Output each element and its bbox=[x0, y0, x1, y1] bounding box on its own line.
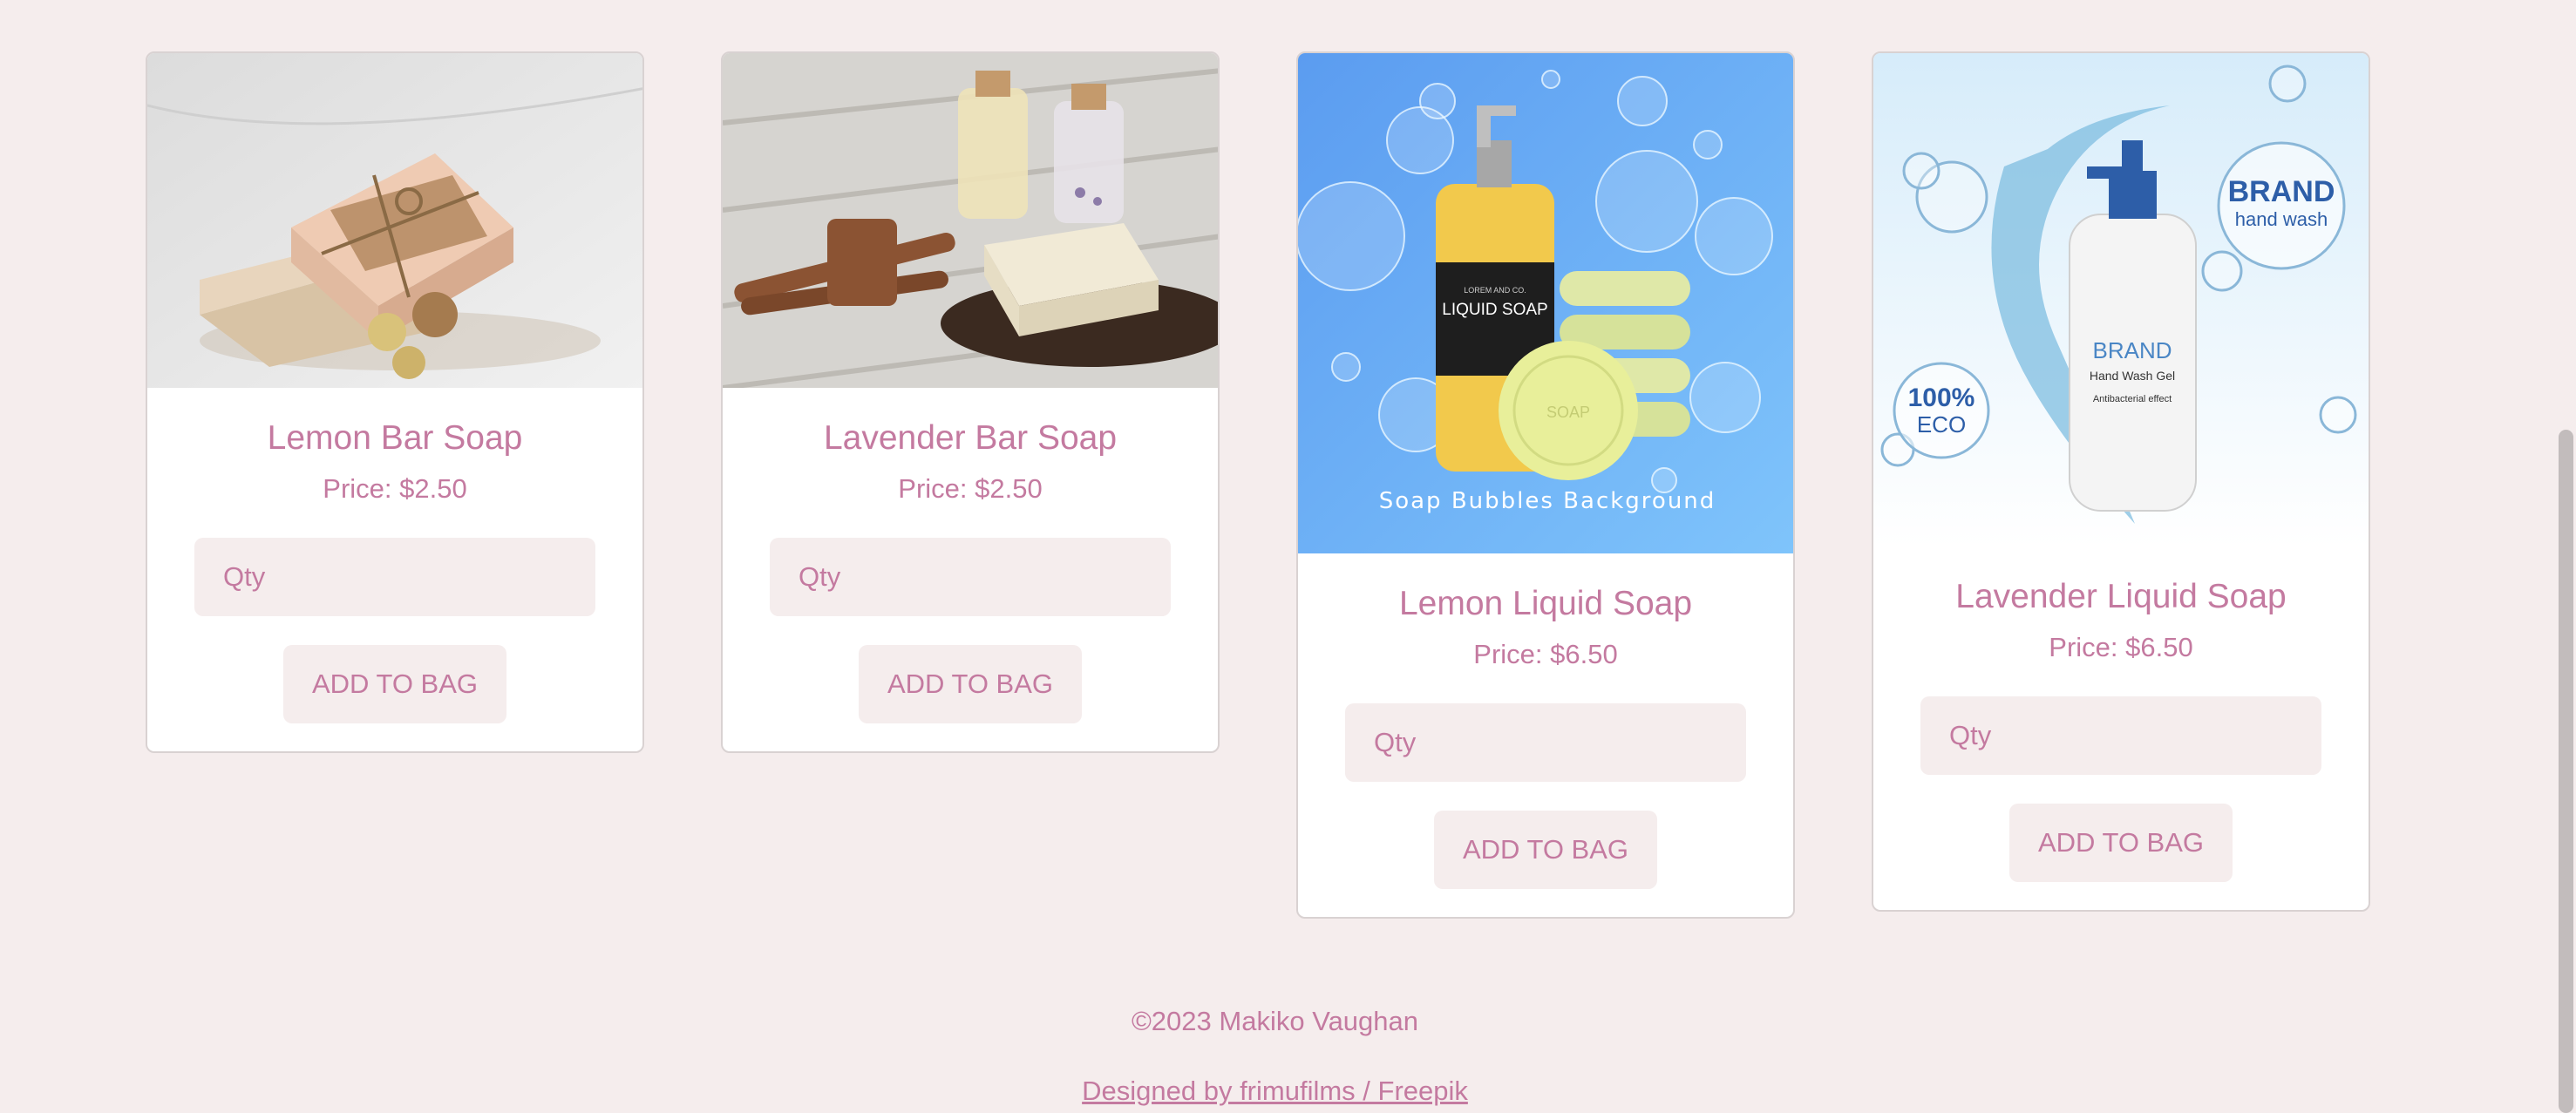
eco-text: ECO bbox=[1917, 411, 1966, 438]
product-name: Lemon Liquid Soap bbox=[1398, 585, 1693, 622]
badge-hand-wash-text: hand wash bbox=[2235, 208, 2328, 230]
add-to-bag-button[interactable]: ADD TO BAG bbox=[283, 645, 506, 723]
eco-percent-text: 100% bbox=[1908, 383, 1975, 412]
product-name: Lavender Liquid Soap bbox=[1955, 578, 2287, 615]
product-image bbox=[147, 53, 642, 388]
product-price: Price: $2.50 bbox=[323, 473, 467, 504]
liquid-soap-label-text: LIQUID SOAP bbox=[1442, 301, 1547, 319]
qty-input[interactable] bbox=[1920, 696, 2321, 775]
image-caption: Soap Bubbles Background bbox=[1379, 488, 1716, 514]
qty-input[interactable] bbox=[1345, 703, 1746, 782]
footer-copyright: ©2023 Makiko Vaughan bbox=[1131, 1006, 1419, 1036]
qty-input[interactable] bbox=[194, 538, 595, 616]
product-price: Price: $6.50 bbox=[2049, 632, 2193, 662]
product-price: Price: $6.50 bbox=[1473, 639, 1618, 669]
product-image: LOREM AND CO. LIQUID SOAP SOAP Soap Bubb… bbox=[1298, 53, 1793, 553]
soap-bar-stamp-text: SOAP bbox=[1546, 404, 1590, 421]
liquid-soap-brand-text: LOREM AND CO. bbox=[1464, 286, 1526, 295]
add-to-bag-button[interactable]: ADD TO BAG bbox=[2009, 804, 2233, 882]
product-image: BRAND Hand Wash Gel Antibacterial effect… bbox=[1873, 53, 2369, 546]
product-card: LOREM AND CO. LIQUID SOAP SOAP Soap Bubb… bbox=[1296, 51, 1795, 919]
product-card: Lemon Bar Soap Price: $2.50 ADD TO BAG bbox=[146, 51, 644, 753]
product-price: Price: $2.50 bbox=[898, 473, 1043, 504]
bottle-product-text: Hand Wash Gel bbox=[2090, 369, 2175, 383]
product-card: Lavender Bar Soap Price: $2.50 ADD TO BA… bbox=[721, 51, 1220, 753]
scrollbar-track[interactable] bbox=[2555, 0, 2576, 1113]
bottle-brand-text: BRAND bbox=[2092, 337, 2172, 363]
product-name: Lavender Bar Soap bbox=[823, 419, 1118, 457]
product-image bbox=[723, 53, 1218, 388]
scrollbar-thumb[interactable] bbox=[2559, 430, 2573, 1113]
bottle-effect-text: Antibacterial effect bbox=[2093, 394, 2172, 404]
footer-credit-link[interactable]: Designed by frimufilms / Freepik bbox=[1082, 1076, 1468, 1106]
product-name: Lemon Bar Soap bbox=[267, 419, 523, 457]
qty-input[interactable] bbox=[770, 538, 1171, 616]
add-to-bag-button[interactable]: ADD TO BAG bbox=[1434, 811, 1657, 889]
product-card: BRAND Hand Wash Gel Antibacterial effect… bbox=[1872, 51, 2370, 912]
add-to-bag-button[interactable]: ADD TO BAG bbox=[859, 645, 1082, 723]
badge-brand-text: BRAND bbox=[2228, 175, 2335, 208]
